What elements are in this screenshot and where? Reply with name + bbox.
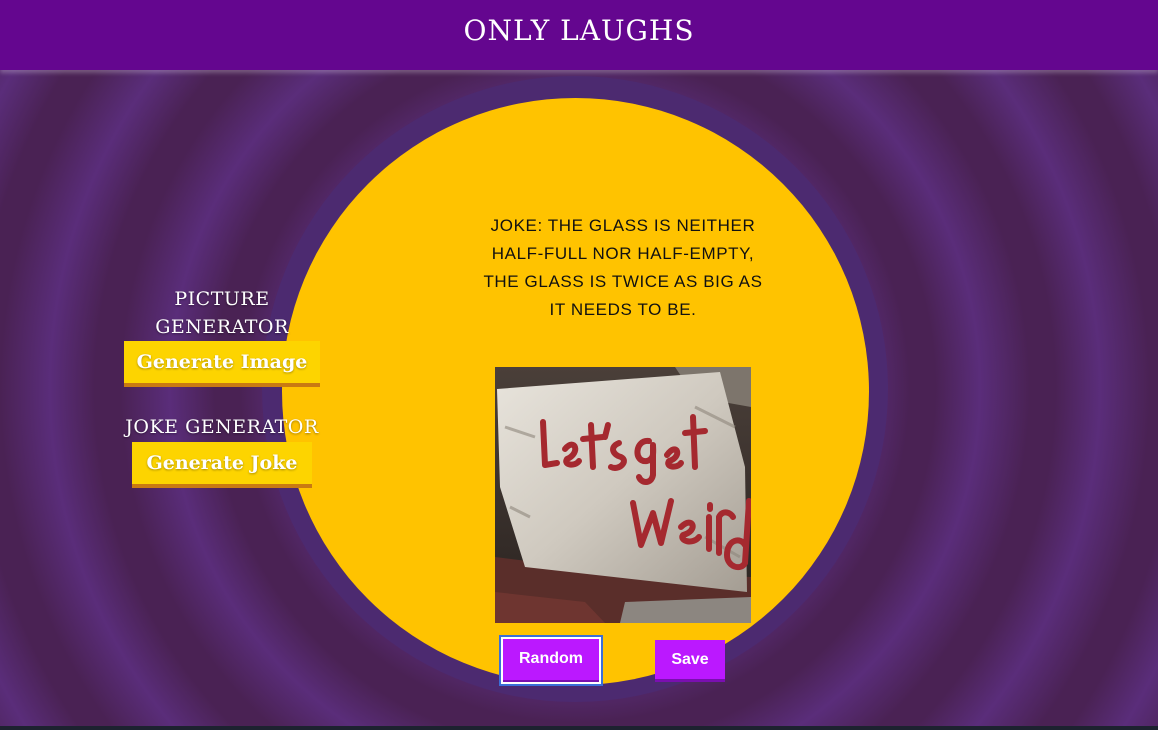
generate-joke-button[interactable]: Generate Joke [132,442,312,488]
save-button[interactable]: Save [655,640,725,682]
picture-generator-label: PICTURE GENERATOR [155,288,289,338]
generate-image-button[interactable]: Generate Image [124,341,320,387]
joke-generator-label: JOKE GENERATOR [125,416,319,438]
generated-image [495,367,751,623]
graffiti-brick-image [495,367,751,623]
picture-generator-section: PICTURE GENERATOR Generate Image [122,285,322,387]
site-header: ONLY LAUGHS [0,0,1158,70]
random-button[interactable]: Random [501,637,601,684]
site-title: ONLY LAUGHS [463,14,695,47]
joke-text: JOKE: THE GLASS IS NEITHER HALF-FULL NOR… [483,216,763,319]
joke-generator-section: JOKE GENERATOR Generate Joke [122,413,322,488]
bottom-strip [0,726,1158,730]
